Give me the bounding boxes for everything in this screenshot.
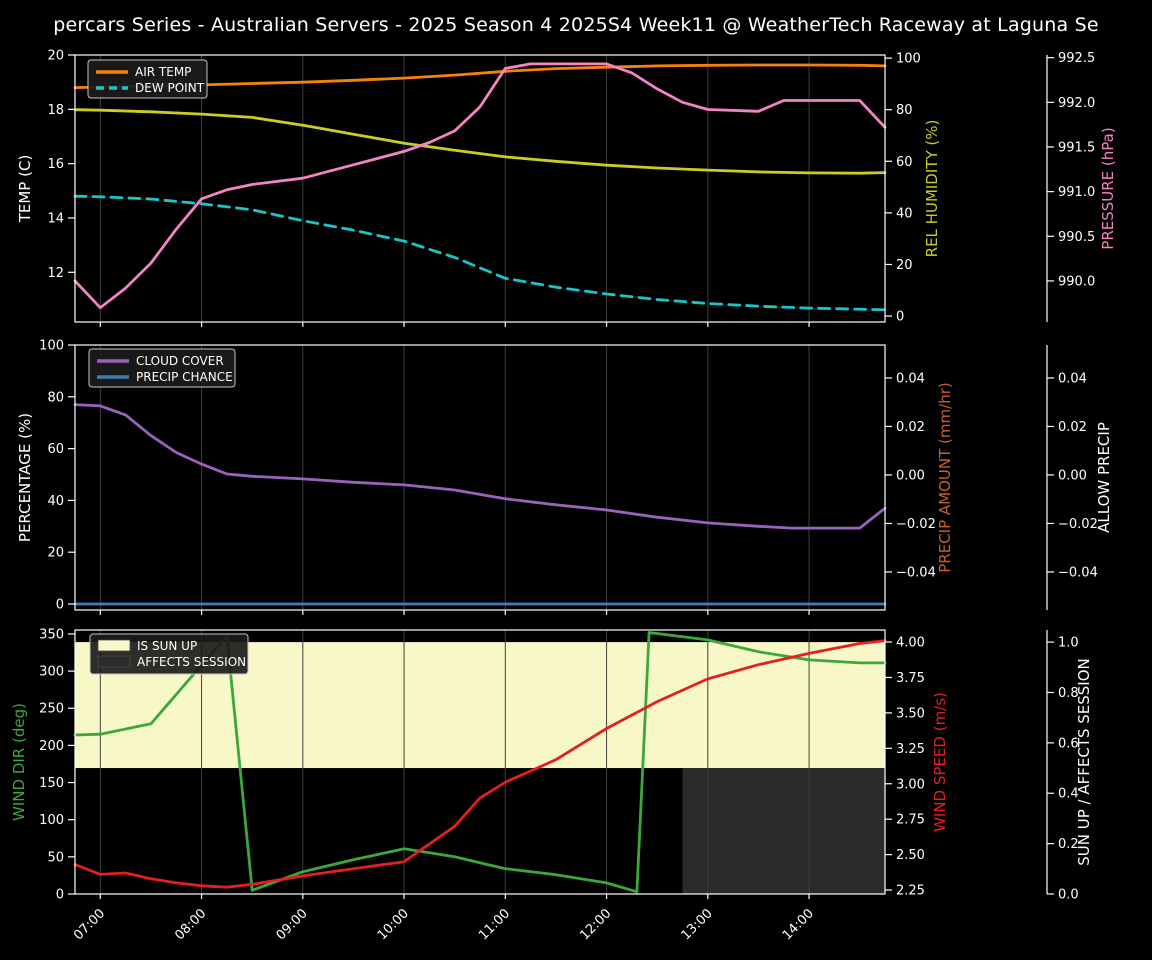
precipamt-tick-label: 0.00: [896, 468, 925, 483]
pct-tick-label: 40: [47, 494, 64, 509]
x-tick-label: 09:00: [274, 906, 311, 943]
windspeed-tick-label: 3.25: [896, 742, 925, 757]
humidity-tick-label: 60: [896, 155, 913, 170]
wind-sun-panel: 0 50 100 150 200 250 300 350 WIND DIR (deg) 2.25 2…: [10, 627, 1093, 902]
x-tick-label: 10:00: [375, 906, 412, 943]
precipamt-tick-label: 0.04: [896, 371, 925, 386]
x-tick-label: 12:00: [577, 906, 614, 943]
windspeed-tick-label: 4.00: [896, 636, 925, 651]
x-tick-label: 07:00: [71, 906, 108, 943]
temp-tick-label: 16: [47, 157, 64, 172]
temperature-humidity-pressure-panel: 12 14 16 18 20 TEMP (C) 0 20 40 60 80 100 REL HUMIDI…: [16, 49, 1117, 327]
temp-tick-label: 12: [47, 266, 64, 281]
pressure-axis-label: PRESSURE (hPa): [1099, 127, 1117, 249]
pressure-tick-label: 992.5: [1058, 51, 1095, 66]
humidity-tick-label: 0: [896, 310, 904, 325]
humidity-tick-label: 40: [896, 206, 913, 221]
allowprecip-axis-label: ALLOW PRECIP: [1095, 422, 1113, 533]
windspeed-tick-label: 3.50: [896, 706, 925, 721]
forecast-chart: 12 14 16 18 20 TEMP (C) 0 20 40 60 80 100 REL HUMIDI…: [10, 49, 1117, 944]
winddir-tick-label: 250: [39, 702, 64, 717]
wind-sun-legend: IS SUN UP AFFECTS SESSION: [89, 633, 249, 675]
legend-label: AFFECTS SESSION: [137, 655, 246, 669]
pressure-tick-label: 990.0: [1058, 274, 1095, 289]
legend-swatch-patch: [97, 639, 131, 652]
cloud-precip-panel: 0 20 40 60 80 100 PERCENTAGE (%) 0.04 0.02 0.00 −0…: [16, 339, 1113, 615]
allowprecip-tick-label: 0.04: [1058, 371, 1087, 386]
precipamt-tick-label: 0.02: [896, 420, 925, 435]
cloud-cover-line: [73, 403, 887, 530]
winddir-axis-label: WIND DIR (deg): [10, 703, 28, 821]
legend-label: PRECIP CHANCE: [136, 370, 233, 384]
weather-forecast-figure: percars Series - Australian Servers - 20…: [0, 0, 1152, 960]
temp-axis-label: TEMP (C): [16, 155, 34, 224]
allowprecip-tick-label: 0.00: [1058, 468, 1087, 483]
affects-session-band: [682, 768, 885, 894]
winddir-tick-label: 350: [39, 627, 64, 642]
pct-tick-label: 20: [47, 546, 64, 561]
temp-tick-label: 14: [47, 211, 64, 226]
allowprecip-tick-label: 0.02: [1058, 420, 1087, 435]
humidity-axis-label: REL HUMIDITY (%): [923, 120, 941, 258]
winddir-tick-label: 100: [39, 813, 64, 828]
x-tick-label: 14:00: [780, 906, 817, 943]
winddir-tick-label: 200: [39, 739, 64, 754]
x-tick-label: 08:00: [172, 906, 209, 943]
x-tick-label: 11:00: [476, 906, 513, 943]
pressure-tick-label: 991.5: [1058, 140, 1095, 155]
pressure-tick-label: 990.5: [1058, 230, 1095, 245]
pressure-line: [73, 62, 887, 310]
allowprecip-tick-label: −0.04: [1058, 565, 1098, 580]
allowprecip-tick-label: −0.02: [1058, 517, 1098, 532]
precipamt-axis-label: PRECIP AMOUNT (mm/hr): [936, 382, 954, 572]
pct-axis-label: PERCENTAGE (%): [16, 413, 34, 542]
sun-tick-label: 1.0: [1058, 636, 1079, 651]
pct-tick-label: 80: [47, 390, 64, 405]
precipamt-tick-label: −0.04: [896, 565, 936, 580]
humidity-tick-label: 80: [896, 103, 913, 118]
rel-humidity-line: [73, 108, 887, 175]
pressure-tick-label: 992.0: [1058, 96, 1095, 111]
sun-axis-label: SUN UP / AFFECTS SESSION: [1075, 658, 1093, 866]
precipamt-tick-label: −0.02: [896, 517, 936, 532]
temp-tick-label: 20: [47, 49, 64, 64]
winddir-tick-label: 0: [56, 888, 64, 903]
humidity-tick-label: 100: [896, 52, 921, 67]
windspeed-tick-label: 2.25: [896, 884, 925, 899]
sun-tick-label: 0.0: [1058, 888, 1079, 903]
winddir-tick-label: 300: [39, 665, 64, 680]
pct-tick-label: 0: [56, 597, 64, 612]
legend-label: AIR TEMP: [135, 65, 191, 79]
windspeed-tick-label: 3.00: [896, 777, 925, 792]
legend-label: DEW POINT: [135, 81, 205, 95]
temp-tick-label: 18: [47, 103, 64, 118]
pct-tick-label: 100: [39, 339, 64, 354]
legend-swatch-patch: [97, 655, 131, 668]
legend-label: CLOUD COVER: [136, 354, 224, 368]
dew-point-line: [73, 194, 887, 312]
winddir-tick-label: 50: [47, 850, 64, 865]
humidity-tick-label: 20: [896, 258, 913, 273]
cloud-precip-legend: CLOUD COVER PRECIP CHANCE: [88, 348, 236, 388]
legend-label: IS SUN UP: [137, 639, 197, 653]
pressure-tick-label: 991.0: [1058, 185, 1095, 200]
windspeed-axis-label: WIND SPEED (m/s): [931, 692, 949, 832]
windspeed-tick-label: 2.75: [896, 813, 925, 828]
x-tick-label: 13:00: [679, 906, 716, 943]
windspeed-tick-label: 2.50: [896, 848, 925, 863]
pct-tick-label: 60: [47, 442, 64, 457]
temperature-humidity-pressure-legend: AIR TEMP DEW POINT: [87, 59, 208, 99]
windspeed-tick-label: 3.75: [896, 671, 925, 686]
winddir-tick-label: 150: [39, 776, 64, 791]
